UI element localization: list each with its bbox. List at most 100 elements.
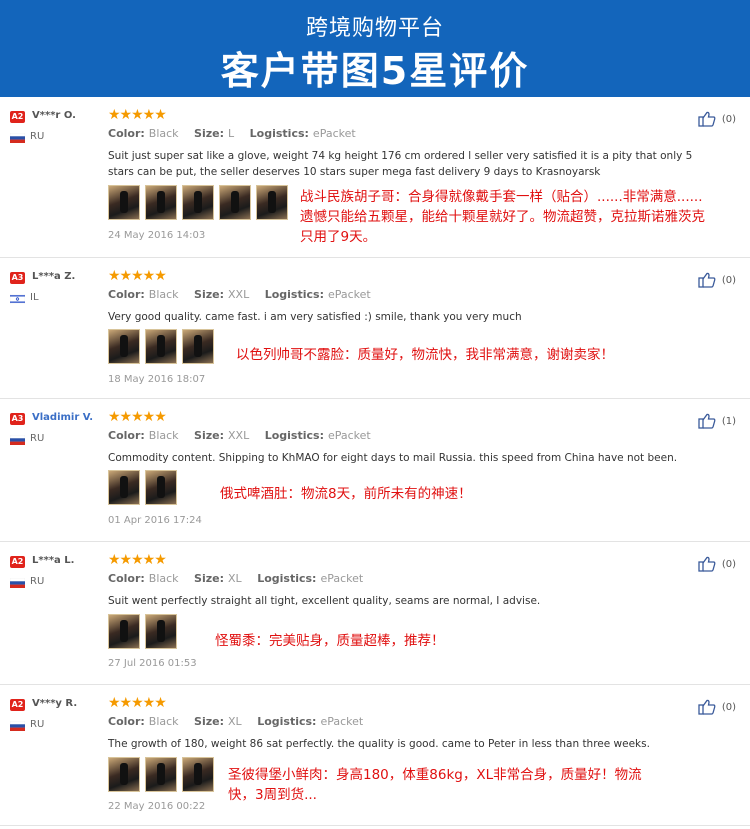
photo-thumbnails [108, 614, 177, 649]
helpful-count: (0) [721, 701, 736, 713]
review-photo[interactable] [108, 614, 140, 649]
review-photo[interactable] [108, 470, 140, 505]
review-photo[interactable] [145, 185, 177, 220]
review-item: A3 L***a Z. IL ★★★★★ Color: Black Size: XX… [0, 258, 750, 399]
review-photo[interactable] [145, 470, 177, 505]
color-label: Color: [108, 572, 145, 585]
review-photo[interactable] [182, 757, 214, 792]
logistics-label: Logistics: [249, 127, 309, 140]
helpful-count: (1) [721, 415, 736, 427]
flag-il-icon [10, 294, 25, 304]
translation-note: 以色列帅哥不露脸：质量好，物流快，我非常满意，谢谢卖家！ [236, 347, 614, 363]
thumbs-up-icon [698, 699, 716, 715]
review-photo[interactable] [219, 185, 251, 220]
buyer-name: Vladimir V. [32, 412, 94, 423]
flag-ru-icon [10, 578, 25, 588]
photo-thumbnails [108, 185, 288, 220]
review-text: Very good quality. came fast. i am very … [108, 311, 522, 323]
color-value: Black [148, 572, 179, 585]
rating-stars: ★★★★★ [108, 695, 167, 711]
thumbs-up-icon [698, 272, 716, 288]
review-date: 18 May 2016 18:07 [108, 374, 206, 385]
buyer-country: RU [30, 719, 45, 730]
color-value: Black [148, 288, 179, 301]
review-photo[interactable] [145, 614, 177, 649]
buyer-name: V***y R. [32, 698, 78, 709]
order-meta: Color: Black Size: XL Logistics: ePacket [108, 715, 363, 728]
review-photo[interactable] [108, 329, 140, 364]
helpful-button[interactable]: (0) [698, 699, 736, 715]
buyer-level-badge: A2 [10, 111, 25, 123]
size-value: XXL [228, 429, 250, 442]
rating-stars: ★★★★★ [108, 552, 167, 568]
review-text: The growth of 180, weight 86 sat perfect… [108, 738, 650, 750]
order-meta: Color: Black Size: XL Logistics: ePacket [108, 572, 363, 585]
helpful-button[interactable]: (1) [698, 413, 736, 429]
flag-ru-icon [10, 435, 25, 445]
logistics-value: ePacket [327, 429, 371, 442]
order-meta: Color: Black Size: L Logistics: ePacket [108, 127, 356, 140]
review-list: A2 V***r O. RU ★★★★★ Color: Black Size: L … [0, 97, 750, 826]
logistics-label: Logistics: [257, 715, 317, 728]
helpful-count: (0) [721, 274, 736, 286]
thumbs-up-icon [698, 111, 716, 127]
logistics-label: Logistics: [264, 429, 324, 442]
review-text: Commodity content. Shipping to KhMAO for… [108, 452, 678, 464]
color-label: Color: [108, 127, 145, 140]
review-photo[interactable] [108, 757, 140, 792]
size-value: XL [228, 572, 242, 585]
review-item: A2 V***r O. RU ★★★★★ Color: Black Size: L … [0, 97, 750, 258]
size-label: Size: [194, 715, 225, 728]
rating-stars: ★★★★★ [108, 107, 167, 123]
review-photo[interactable] [145, 757, 177, 792]
review-text: Suit went perfectly straight all tight, … [108, 595, 541, 607]
review-photo[interactable] [256, 185, 288, 220]
helpful-count: (0) [721, 558, 736, 570]
review-photo[interactable] [145, 329, 177, 364]
review-item: A2 V***y R. RU ★★★★★ Color: Black Size: XL… [0, 685, 750, 826]
review-date: 24 May 2016 14:03 [108, 230, 206, 241]
translation-note: 俄式啤酒肚：物流8天，前所未有的神速！ [220, 486, 472, 502]
size-label: Size: [194, 127, 225, 140]
size-label: Size: [194, 429, 225, 442]
logistics-value: ePacket [312, 127, 356, 140]
review-text: Suit just super sat like a glove, weight… [108, 150, 693, 178]
buyer-country: RU [30, 433, 45, 444]
header-subtitle: 跨境购物平台 [305, 16, 444, 41]
flag-ru-icon [10, 721, 25, 731]
rating-stars: ★★★★★ [108, 409, 167, 425]
buyer-country: RU [30, 576, 45, 587]
helpful-button[interactable]: (0) [698, 111, 736, 127]
order-meta: Color: Black Size: XXL Logistics: ePacket [108, 288, 371, 301]
photo-thumbnails [108, 470, 177, 505]
thumbs-up-icon [698, 413, 716, 429]
size-value: XXL [228, 288, 250, 301]
review-photo[interactable] [182, 329, 214, 364]
helpful-button[interactable]: (0) [698, 272, 736, 288]
logistics-value: ePacket [320, 715, 364, 728]
color-label: Color: [108, 715, 145, 728]
translation-note: 圣彼得堡小鲜肉：身高180，体重86kg，XL非常合身，质量好！物流快，3周到货… [228, 767, 642, 803]
translation-note: 怪蜀黍：完美贴身，质量超棒，推荐！ [215, 633, 445, 649]
buyer-level-badge: A3 [10, 272, 25, 284]
logistics-value: ePacket [320, 572, 364, 585]
review-date: 22 May 2016 00:22 [108, 801, 206, 812]
page-header: 跨境购物平台 客户带图5星评价 [0, 0, 750, 97]
color-value: Black [148, 429, 179, 442]
buyer-name: V***r O. [32, 110, 76, 121]
buyer-level-badge: A3 [10, 413, 25, 425]
review-item: A2 L***a L. RU ★★★★★ Color: Black Size: XL… [0, 542, 750, 685]
review-photo[interactable] [108, 185, 140, 220]
translation-note: 战斗民族胡子哥：合身得就像戴手套一样（贴合）......非常满意......遗憾… [300, 189, 705, 245]
buyer-level-badge: A2 [10, 556, 25, 568]
size-label: Size: [194, 572, 225, 585]
logistics-label: Logistics: [264, 288, 324, 301]
helpful-count: (0) [721, 113, 736, 125]
buyer-country: IL [30, 292, 39, 303]
review-item: A3 Vladimir V. RU ★★★★★ Color: Black Size… [0, 399, 750, 542]
logistics-label: Logistics: [257, 572, 317, 585]
color-label: Color: [108, 429, 145, 442]
review-photo[interactable] [182, 185, 214, 220]
helpful-button[interactable]: (0) [698, 556, 736, 572]
buyer-name: L***a L. [32, 555, 75, 566]
